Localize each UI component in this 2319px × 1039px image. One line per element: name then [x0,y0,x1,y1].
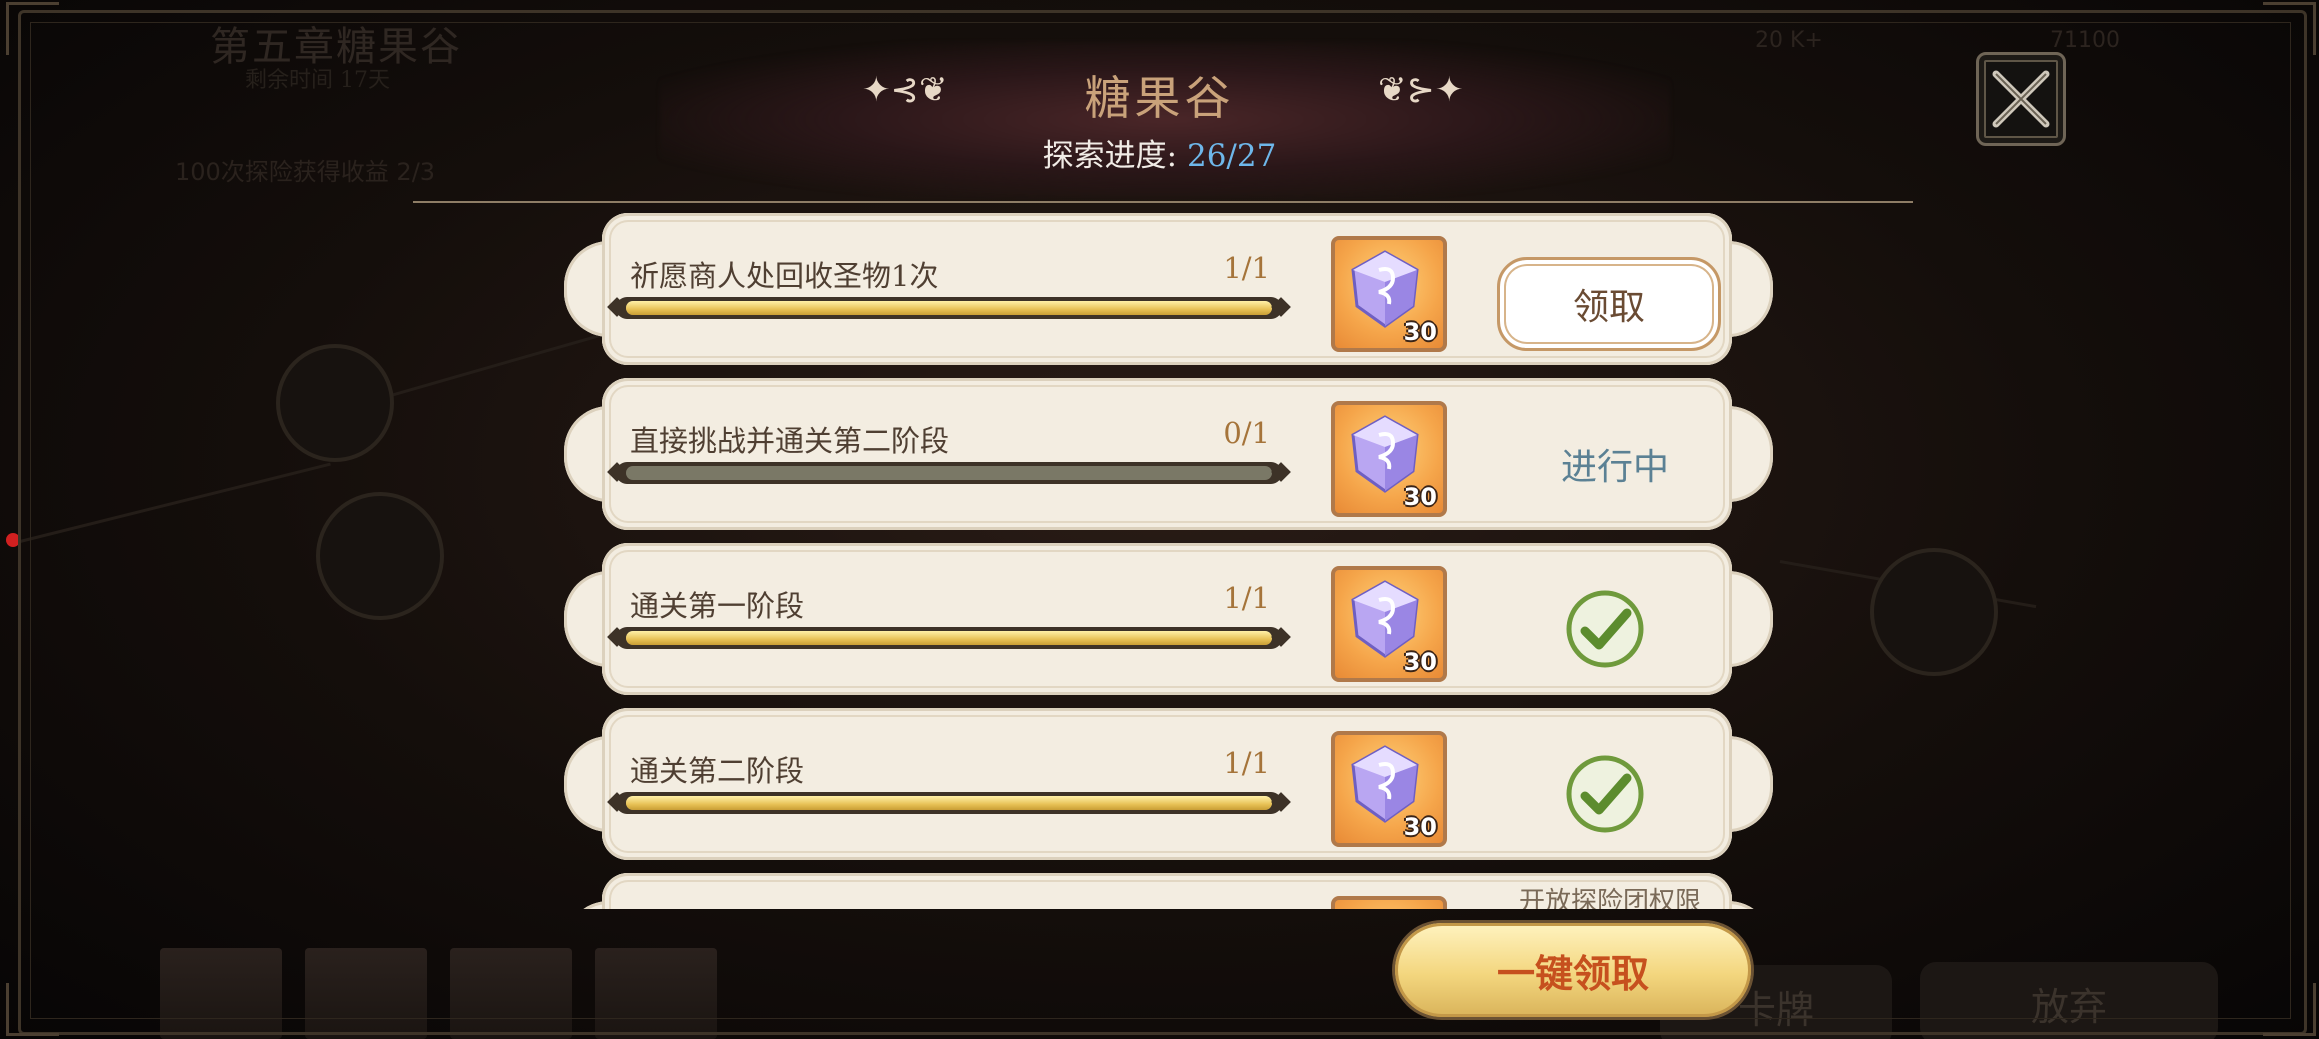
currency-counter-1: 20 K+ [1755,28,1823,53]
currency-counter-2: 71100 [2050,28,2120,53]
notification-dot [6,533,20,547]
reward-quantity: 30 [1403,483,1437,511]
frame-corner [2263,983,2316,1036]
progress-fill [626,796,1272,810]
task-progress-bar [616,297,1282,319]
progress-fill [626,301,1272,315]
check-icon [1566,755,1644,833]
map-node [276,344,394,462]
check-icon [1566,590,1644,668]
purple-gem-icon [1335,900,1435,909]
dialog-title: 糖果谷 [1084,71,1235,125]
task-count: 1/1 [1223,251,1270,285]
reward-item[interactable]: 30 [1331,731,1447,847]
reward-item[interactable] [1331,896,1447,909]
claim-button[interactable]: 领取 [1497,257,1721,351]
map-path [19,462,331,543]
task-progress-bar [616,627,1282,649]
claim-all-button[interactable]: 一键领取 [1395,923,1751,1017]
in-progress-status: 进行中 [1560,447,1669,488]
reward-item[interactable]: 30 [1331,401,1447,517]
claimed-check [1565,754,1645,834]
reward-quantity: 30 [1403,648,1437,676]
task-label: 通关第二阶段 [630,754,805,788]
task-label: 通关第一阶段 [630,589,805,623]
task-label: 直接挑战并通关第二阶段 [630,424,950,458]
close-button[interactable] [1976,52,2066,146]
unlock-requirement: 开放探险团权限 [1518,887,1701,909]
explore-progress-value: 26/27 [1186,138,1277,174]
close-x-icon [1992,70,2050,128]
task-list[interactable]: 祈愿商人处回收圣物1次 1/1 30 领取直接挑战并通关第二阶段 0/1 30 进行中通关第… [560,213,1780,909]
header-divider [413,201,1913,203]
explore-progress: 探索进度: 26/27 [0,130,2319,175]
reward-quantity: 30 [1403,318,1437,346]
abandon-button: 放弃 [1920,962,2218,1039]
task-card: 祈愿商人处回收圣物1次 1/1 30 领取 [560,213,1775,365]
claimed-check [1565,589,1645,669]
reward-quantity: 30 [1403,813,1437,841]
reward-item[interactable]: 30 [1331,236,1447,352]
task-label: 祈愿商人处回收圣物1次 [630,259,939,293]
task-card: 通关第二阶段 1/1 30 [560,708,1775,860]
frame-corner [6,2,59,55]
map-node [1870,548,1998,676]
hero-portrait [160,948,282,1039]
map-node [316,492,444,620]
task-card: 通关第一阶段 1/1 30 [560,543,1775,695]
hero-portrait [450,948,572,1039]
hero-portrait [305,948,427,1039]
task-count: 0/1 [1223,416,1270,450]
game-screen: 第五章糖果谷 剩余时间 17天 20 K+ 71100 100次探险获得收益 2… [0,0,2319,1039]
frame-corner [6,983,59,1036]
task-count: 1/1 [1223,581,1270,615]
reward-item[interactable]: 30 [1331,566,1447,682]
progress-fill [626,631,1272,645]
task-progress-bar [616,462,1282,484]
frame-corner [2263,2,2316,55]
task-progress-bar [616,792,1282,814]
explore-progress-label: 探索进度: [1042,138,1178,174]
hero-portrait [595,948,717,1039]
task-card: 开放探险团权限 [560,873,1775,909]
task-card: 直接挑战并通关第二阶段 0/1 30 进行中 [560,378,1775,530]
progress-track [626,466,1272,480]
task-count: 1/1 [1223,746,1270,780]
